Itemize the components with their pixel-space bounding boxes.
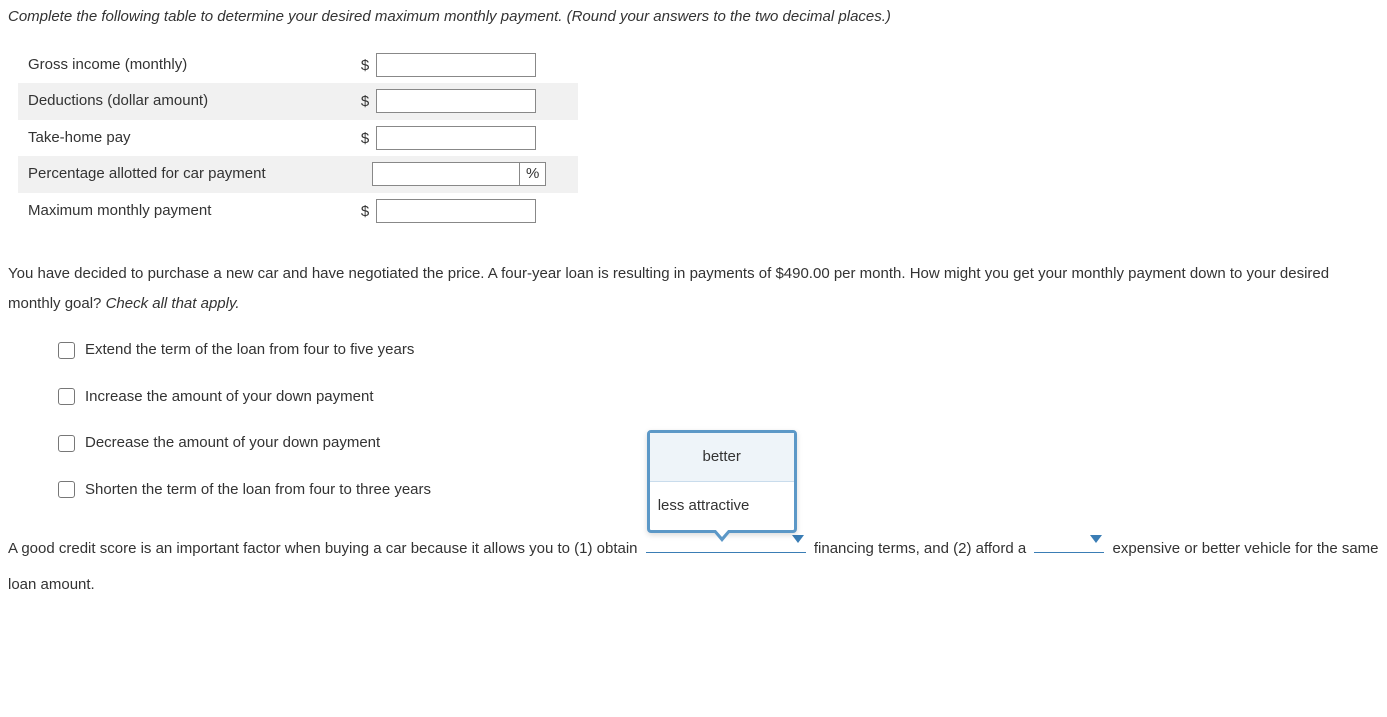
dollar-prefix: $ [358, 91, 372, 114]
dollar-prefix: $ [358, 55, 372, 78]
dropdown-option-better[interactable]: better [650, 433, 794, 481]
row-field: $ [348, 193, 578, 230]
bottom-text-2: financing terms, and (2) afford a [814, 540, 1026, 557]
checkbox-label: Increase the amount of your down payment [85, 386, 374, 409]
checkbox-shorten-term[interactable] [58, 481, 75, 498]
take-home-pay-input[interactable] [376, 126, 536, 150]
popup-tail-inner-icon [715, 529, 729, 537]
max-payment-input[interactable] [376, 199, 536, 223]
chevron-down-icon [792, 535, 804, 543]
bottom-paragraph: A good credit score is an important fact… [8, 531, 1379, 603]
checkbox-label: Shorten the term of the loan from four t… [85, 479, 431, 502]
checkbox-label: Extend the term of the loan from four to… [85, 339, 414, 362]
row-field: $ [348, 47, 578, 84]
checkbox-label: Decrease the amount of your down payment [85, 432, 380, 455]
checkbox-increase-down[interactable] [58, 388, 75, 405]
dropdown-2-slot[interactable] [1034, 533, 1104, 553]
checkbox-decrease-down[interactable] [58, 435, 75, 452]
row-field: $ [348, 83, 578, 120]
gross-income-input[interactable] [376, 53, 536, 77]
paragraph-2: You have decided to purchase a new car a… [8, 259, 1379, 319]
checkbox-row: Increase the amount of your down payment [58, 386, 1379, 409]
dollar-prefix: $ [358, 201, 372, 224]
payment-table: Gross income (monthly) $ Deductions (dol… [18, 47, 578, 230]
percentage-input[interactable] [372, 162, 520, 186]
row-label: Take-home pay [18, 120, 348, 157]
row-field: % [348, 156, 578, 193]
row-label: Percentage allotted for car payment [18, 156, 348, 193]
instruction-text: Complete the following table to determin… [8, 6, 1379, 29]
checkbox-row: Extend the term of the loan from four to… [58, 339, 1379, 362]
paragraph-2-emph: Check all that apply. [106, 295, 240, 312]
row-label: Deductions (dollar amount) [18, 83, 348, 120]
checkbox-extend-term[interactable] [58, 342, 75, 359]
dollar-prefix: $ [358, 128, 372, 151]
deductions-input[interactable] [376, 89, 536, 113]
row-label: Maximum monthly payment [18, 193, 348, 230]
dropdown-option-less-attractive[interactable]: less attractive [650, 481, 794, 530]
dropdown-1-popup: better less attractive [647, 430, 797, 533]
bottom-text-1: A good credit score is an important fact… [8, 540, 638, 557]
row-label: Gross income (monthly) [18, 47, 348, 84]
chevron-down-icon [1090, 535, 1102, 543]
row-field: $ [348, 120, 578, 157]
percent-suffix: % [520, 162, 546, 186]
